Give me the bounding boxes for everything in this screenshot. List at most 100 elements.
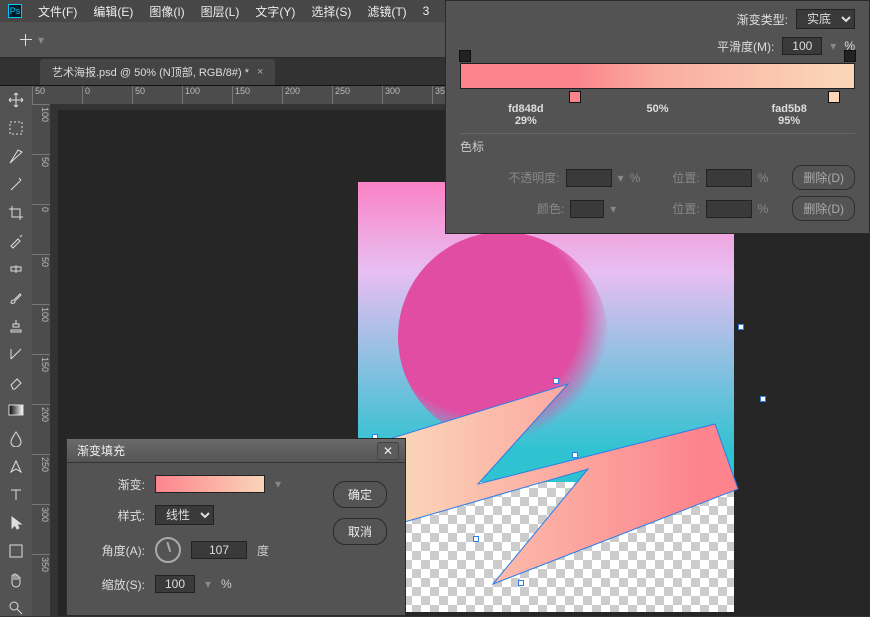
zoom-tool-icon[interactable] [7,600,25,616]
transform-handle[interactable] [572,452,578,458]
menu-image[interactable]: 图像(I) [149,3,184,20]
ruler-tick: 100 [182,86,232,104]
marquee-tool-icon[interactable] [7,120,25,136]
color-stop[interactable] [828,91,840,103]
move-tool-icon [18,32,34,48]
stamp-tool-icon[interactable] [7,318,25,334]
document-tab-title: 艺术海报.psd @ 50% (N顶部, RGB/8#) * [52,64,249,80]
close-icon[interactable]: ✕ [377,442,399,460]
angle-input[interactable]: 107 [191,541,247,559]
path-select-tool-icon[interactable] [7,515,25,531]
stop-hints: fd848d29% 50% fad5b895% [460,103,855,127]
ruler-tick: 200 [282,86,332,104]
ruler-tick: 350 [32,554,50,604]
menu-more[interactable]: 3 [423,4,430,18]
position-input[interactable] [706,200,752,218]
menu-select[interactable]: 选择(S) [311,3,351,20]
color-stop[interactable] [569,91,581,103]
angle-dial[interactable] [155,537,181,563]
delete-button[interactable]: 删除(D) [792,196,855,221]
history-brush-tool-icon[interactable] [7,346,25,362]
ruler-tick: 200 [32,404,50,454]
n-shape-layer[interactable] [343,362,763,612]
gradient-track[interactable] [460,63,855,89]
position-label: 位置: [672,169,699,186]
move-tool-icon[interactable] [7,92,25,108]
angle-label: 角度(A): [85,542,145,559]
ruler-tick: 250 [32,454,50,504]
position-label: 位置: [672,200,699,217]
gradient-fill-dialog: 渐变填充 ✕ 渐变: ▾ 样式: 线性 角度(A): 107 度 缩放(S): … [66,438,406,616]
brush-tool-icon[interactable] [7,289,25,305]
gradient-tool-icon[interactable] [7,402,25,418]
lasso-tool-icon[interactable] [7,148,25,164]
ruler-tick: 50 [132,86,182,104]
dropdown-arrow-icon[interactable]: ▾ [38,33,44,47]
stop-position: 50% [592,103,724,127]
ruler-vertical: 100 50 0 50 100 150 200 250 300 350 [32,104,50,616]
pct-unit: % [630,171,641,185]
cancel-button[interactable]: 取消 [333,518,387,545]
dialog-title: 渐变填充 [77,442,125,459]
ruler-tick: 300 [382,86,432,104]
tools-panel [0,86,32,616]
ruler-tick: 0 [82,86,132,104]
scale-input[interactable]: 100 [155,575,195,593]
text-tool-icon[interactable] [7,487,25,503]
opacity-stop[interactable] [459,50,471,62]
scale-unit: % [221,577,232,591]
ruler-tick: 50 [32,86,82,104]
transform-handle[interactable] [553,378,559,384]
color-swatch[interactable] [570,200,604,218]
gradient-label: 渐变: [85,476,145,493]
dropdown-arrow-icon[interactable]: ▾ [830,39,836,53]
ruler-tick: 250 [332,86,382,104]
smoothness-input[interactable]: 100 [782,37,822,55]
position-input[interactable] [706,169,752,187]
healing-tool-icon[interactable] [7,261,25,277]
transform-handle[interactable] [518,580,524,586]
close-tab-icon[interactable]: × [257,66,263,78]
menu-edit[interactable]: 编辑(E) [93,3,133,20]
ruler-tick: 150 [32,354,50,404]
magic-wand-tool-icon[interactable] [7,177,25,193]
stop-position: 29% [515,115,537,127]
stop-hex: fd848d [508,103,543,115]
dropdown-arrow-icon[interactable]: ▾ [275,477,281,491]
eyedropper-tool-icon[interactable] [7,233,25,249]
menu-file[interactable]: 文件(F) [38,3,77,20]
opacity-input[interactable] [566,169,612,187]
shape-tool-icon[interactable] [7,543,25,559]
ok-button[interactable]: 确定 [333,481,387,508]
ruler-tick: 50 [32,154,50,204]
menu-layer[interactable]: 图层(L) [201,3,240,20]
menu-filter[interactable]: 滤镜(T) [367,3,406,20]
menu-text[interactable]: 文字(Y) [255,3,295,20]
eraser-tool-icon[interactable] [7,374,25,390]
stop-hex: fad5b8 [771,103,806,115]
delete-button[interactable]: 删除(D) [792,165,855,190]
ruler-tick: 100 [32,104,50,154]
style-select[interactable]: 线性 [155,505,214,525]
hand-tool-icon[interactable] [7,571,25,587]
document-tab[interactable]: 艺术海报.psd @ 50% (N顶部, RGB/8#) * × [40,59,275,85]
ruler-tick: 300 [32,504,50,554]
artboard [358,182,734,612]
transform-handle[interactable] [760,396,766,402]
dropdown-arrow-icon[interactable]: ▾ [205,577,211,591]
pen-tool-icon[interactable] [7,459,25,475]
style-label: 样式: [85,507,145,524]
smoothness-label: 平滑度(M): [717,38,774,55]
gradient-type-select[interactable]: 实底 [796,9,855,29]
gradient-swatch[interactable] [155,475,265,493]
ruler-tick: 150 [232,86,282,104]
ruler-tick: 100 [32,304,50,354]
gradient-editor-panel: 渐变类型: 实底 平滑度(M): 100 ▾ % fd848d29% 50% f… [445,0,870,234]
opacity-stop[interactable] [844,50,856,62]
dialog-titlebar[interactable]: 渐变填充 ✕ [67,439,405,463]
blur-tool-icon[interactable] [7,430,25,446]
transform-handle[interactable] [473,536,479,542]
transform-handle[interactable] [738,324,744,330]
ruler-tick: 50 [32,254,50,304]
crop-tool-icon[interactable] [7,205,25,221]
